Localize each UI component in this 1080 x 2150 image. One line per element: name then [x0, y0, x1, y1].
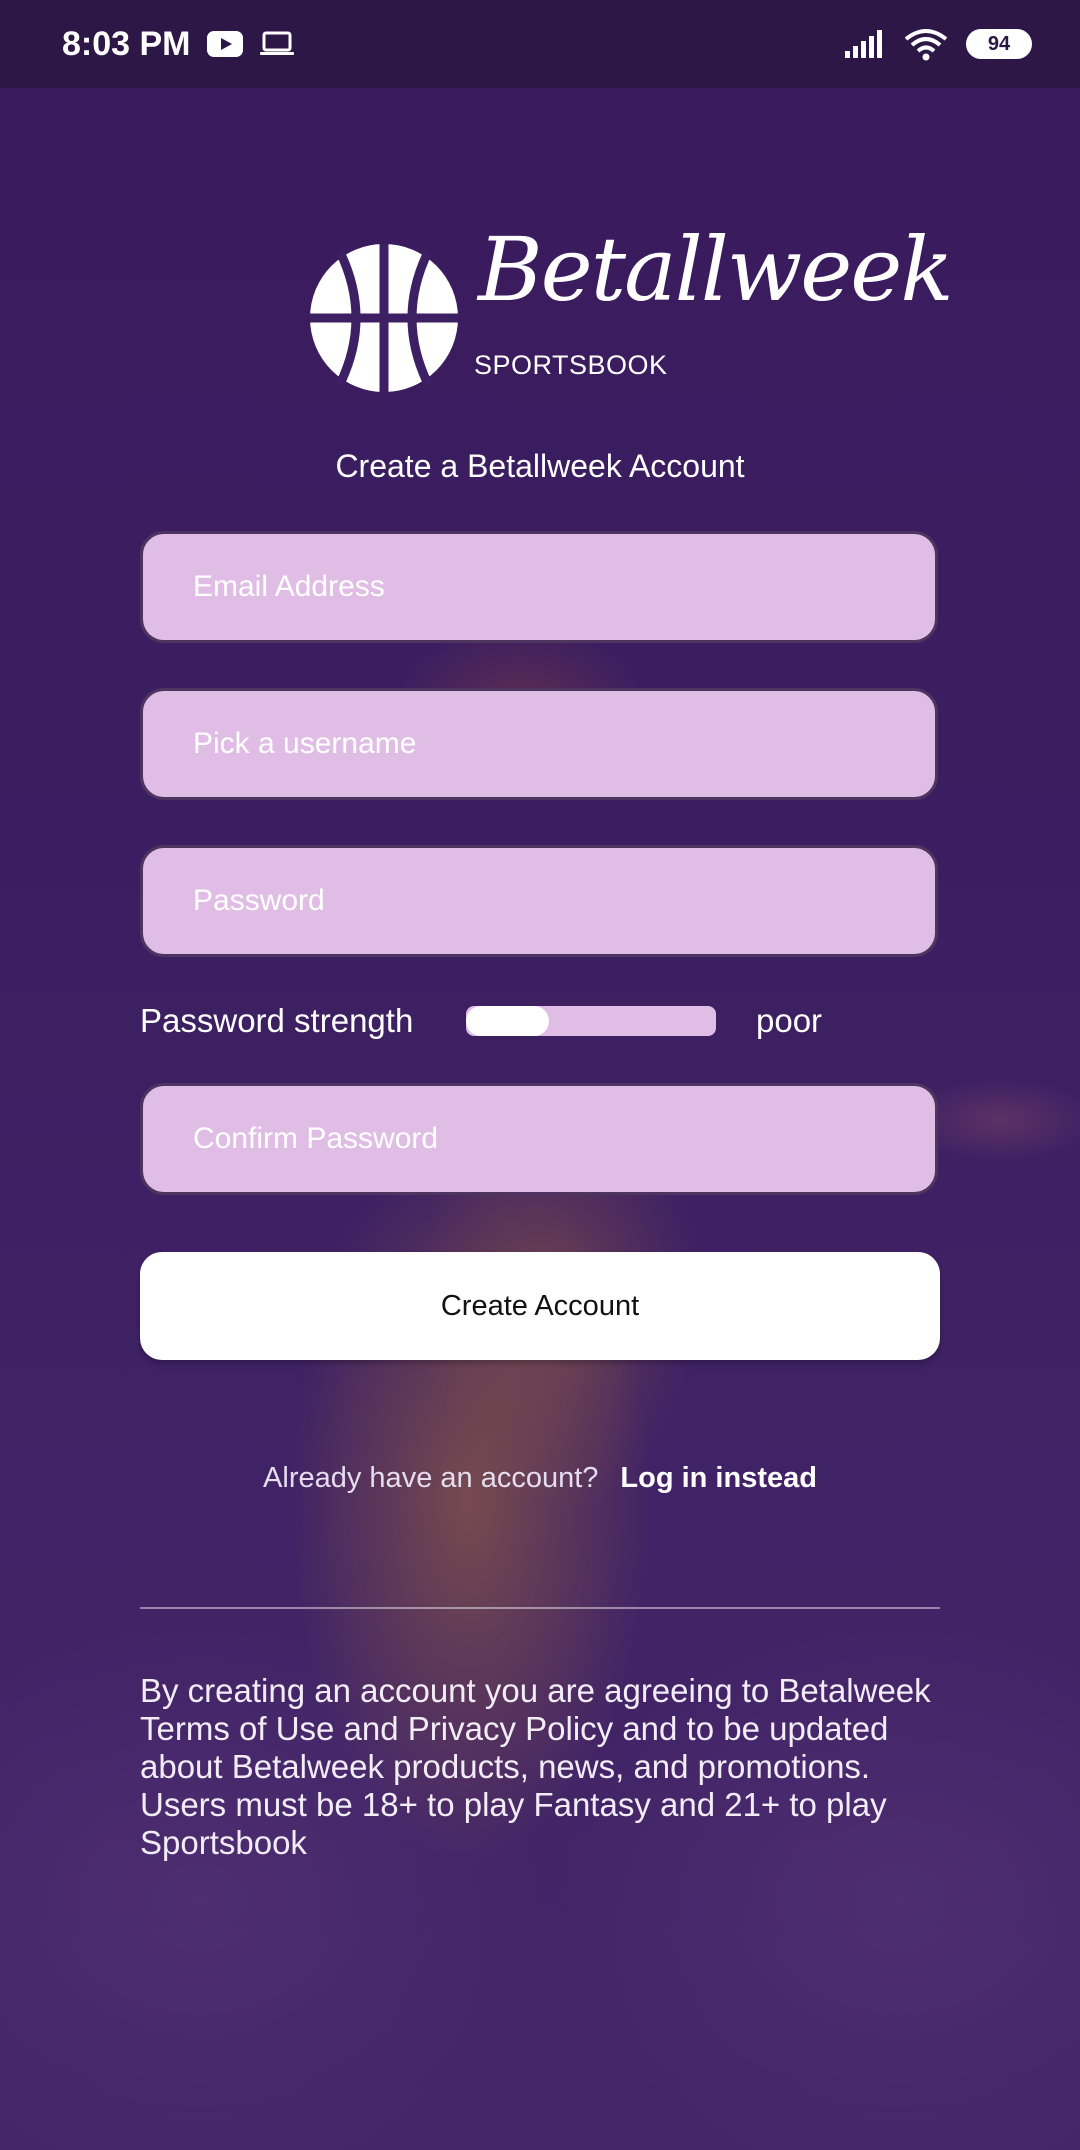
- create-account-button[interactable]: Create Account: [140, 1252, 940, 1360]
- password-strength-label: Password strength: [140, 1002, 414, 1039]
- confirm-password-field[interactable]: [140, 1083, 938, 1195]
- password-strength-fill: [466, 1006, 549, 1036]
- password-strength-value: poor: [756, 1002, 823, 1039]
- email-field[interactable]: [140, 531, 938, 643]
- basketball-logo-icon: [310, 244, 458, 392]
- wifi-icon: [904, 29, 948, 61]
- battery-icon: 94: [966, 29, 1032, 59]
- status-bar: 8:03 PM 94: [0, 0, 1080, 88]
- password-input[interactable]: [193, 884, 935, 918]
- youtube-icon: [206, 31, 243, 57]
- username-input[interactable]: [193, 727, 935, 761]
- email-input[interactable]: [193, 570, 935, 604]
- login-link[interactable]: Log in instead: [620, 1462, 817, 1495]
- password-strength-meter: [466, 1006, 716, 1036]
- login-row: Already have an account? Log in instead: [0, 1462, 1080, 1495]
- laptop-icon: [259, 31, 294, 55]
- username-field[interactable]: [140, 688, 938, 800]
- status-time: 8:03 PM: [62, 24, 191, 63]
- divider: [140, 1607, 940, 1609]
- confirm-password-input[interactable]: [193, 1122, 935, 1156]
- page-title: Create a Betallweek Account: [335, 448, 745, 484]
- legal-text: By creating an account you are agreeing …: [140, 1672, 931, 1861]
- password-field[interactable]: [140, 845, 938, 957]
- login-prompt: Already have an account?: [263, 1462, 599, 1494]
- brand-subtitle: SPORTSBOOK: [474, 350, 668, 380]
- signal-icon: [845, 30, 882, 58]
- brand-name: Betallweek: [478, 218, 954, 321]
